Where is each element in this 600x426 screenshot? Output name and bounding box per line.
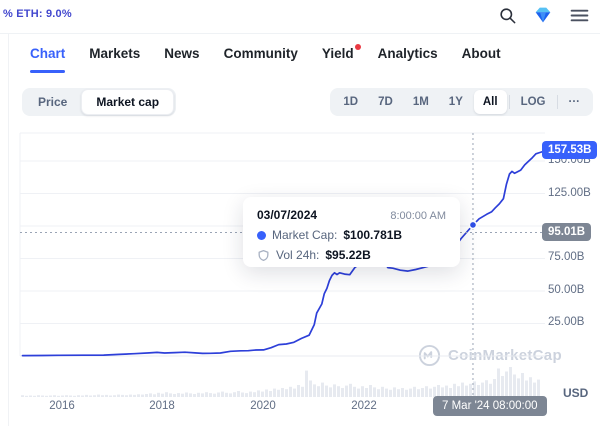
y-axis-label: 50.00B [548,284,598,296]
crosshair-time-badge: 7 Mar '24 08:00:00 [433,396,547,416]
latest-value-badge: 157.53B [542,141,597,159]
volume-shield-icon [257,249,270,262]
x-axis-label: 2016 [42,400,82,412]
tooltip-date: 03/07/2024 [257,208,317,222]
tooltip-time: 8:00:00 AM [390,210,446,222]
tooltip-label: Vol 24h: [276,248,319,262]
x-axis-label: 2018 [142,400,182,412]
y-axis-label: 75.00B [548,251,598,263]
x-axis-label: 2020 [243,400,283,412]
currency-unit-label: USD [563,386,588,400]
x-axis-label: 2022 [344,400,384,412]
chart-tooltip: 03/07/2024 8:00:00 AM Market Cap: $100.7… [243,197,460,267]
tooltip-value: $95.22B [325,248,370,262]
crosshair-value-badge: 95.01B [542,223,591,241]
y-axis-label: 125.00B [548,187,598,199]
tooltip-label: Market Cap: [272,228,337,242]
y-axis-label: 25.00B [548,316,598,328]
tooltip-value: $100.781B [343,228,402,242]
coinmarketcap-page: % ETH: 9.0% Chart [0,0,600,426]
marketcap-dot-icon [257,231,266,240]
